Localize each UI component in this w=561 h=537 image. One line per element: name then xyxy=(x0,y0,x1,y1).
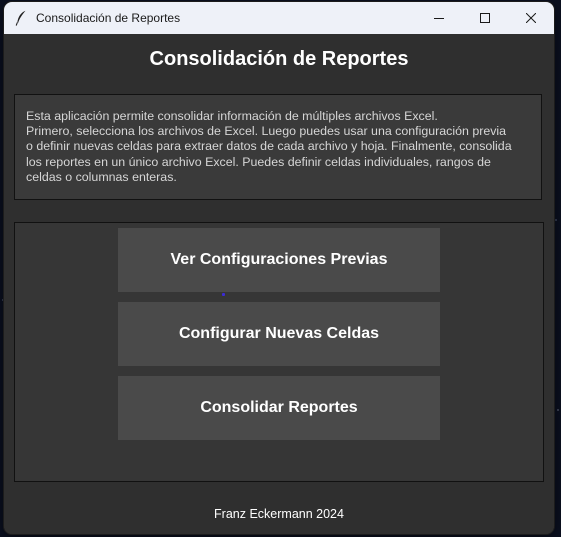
maximize-icon xyxy=(480,13,490,23)
configure-new-cells-button[interactable]: Configurar Nuevas Celdas xyxy=(118,302,440,366)
description-line: o definir nuevas celdas para extraer dat… xyxy=(26,139,512,154)
app-window: Consolidación de Reportes Consolidación … xyxy=(4,2,554,534)
description-box: Esta aplicación permite consolidar infor… xyxy=(14,94,542,200)
footer-credit: Franz Eckermann 2024 xyxy=(214,507,344,521)
description-line: los reportes en un único archivo Excel. … xyxy=(26,154,491,169)
minimize-button[interactable] xyxy=(416,2,462,34)
description-line: Esta aplicación permite consolidar infor… xyxy=(26,109,438,123)
minimize-icon xyxy=(434,18,444,19)
description-line: Primero, selecciona los archivos de Exce… xyxy=(26,124,507,139)
page-title: Consolidación de Reportes xyxy=(149,48,409,70)
actions-panel: Ver Configuraciones Previas Configurar N… xyxy=(14,222,544,482)
window-title: Consolidación de Reportes xyxy=(36,11,181,25)
feather-icon xyxy=(14,10,28,26)
consolidate-reports-button[interactable]: Consolidar Reportes xyxy=(118,376,440,440)
description-line: celdas o columnas enteras. xyxy=(26,169,177,184)
mouse-cursor xyxy=(222,293,225,296)
close-button[interactable] xyxy=(508,2,554,34)
main-content: Consolidación de Reportes Esta aplicació… xyxy=(4,34,554,534)
view-previous-configs-button[interactable]: Ver Configuraciones Previas xyxy=(118,228,440,292)
maximize-button[interactable] xyxy=(462,2,508,34)
close-icon xyxy=(526,13,536,23)
title-bar[interactable]: Consolidación de Reportes xyxy=(4,2,554,34)
